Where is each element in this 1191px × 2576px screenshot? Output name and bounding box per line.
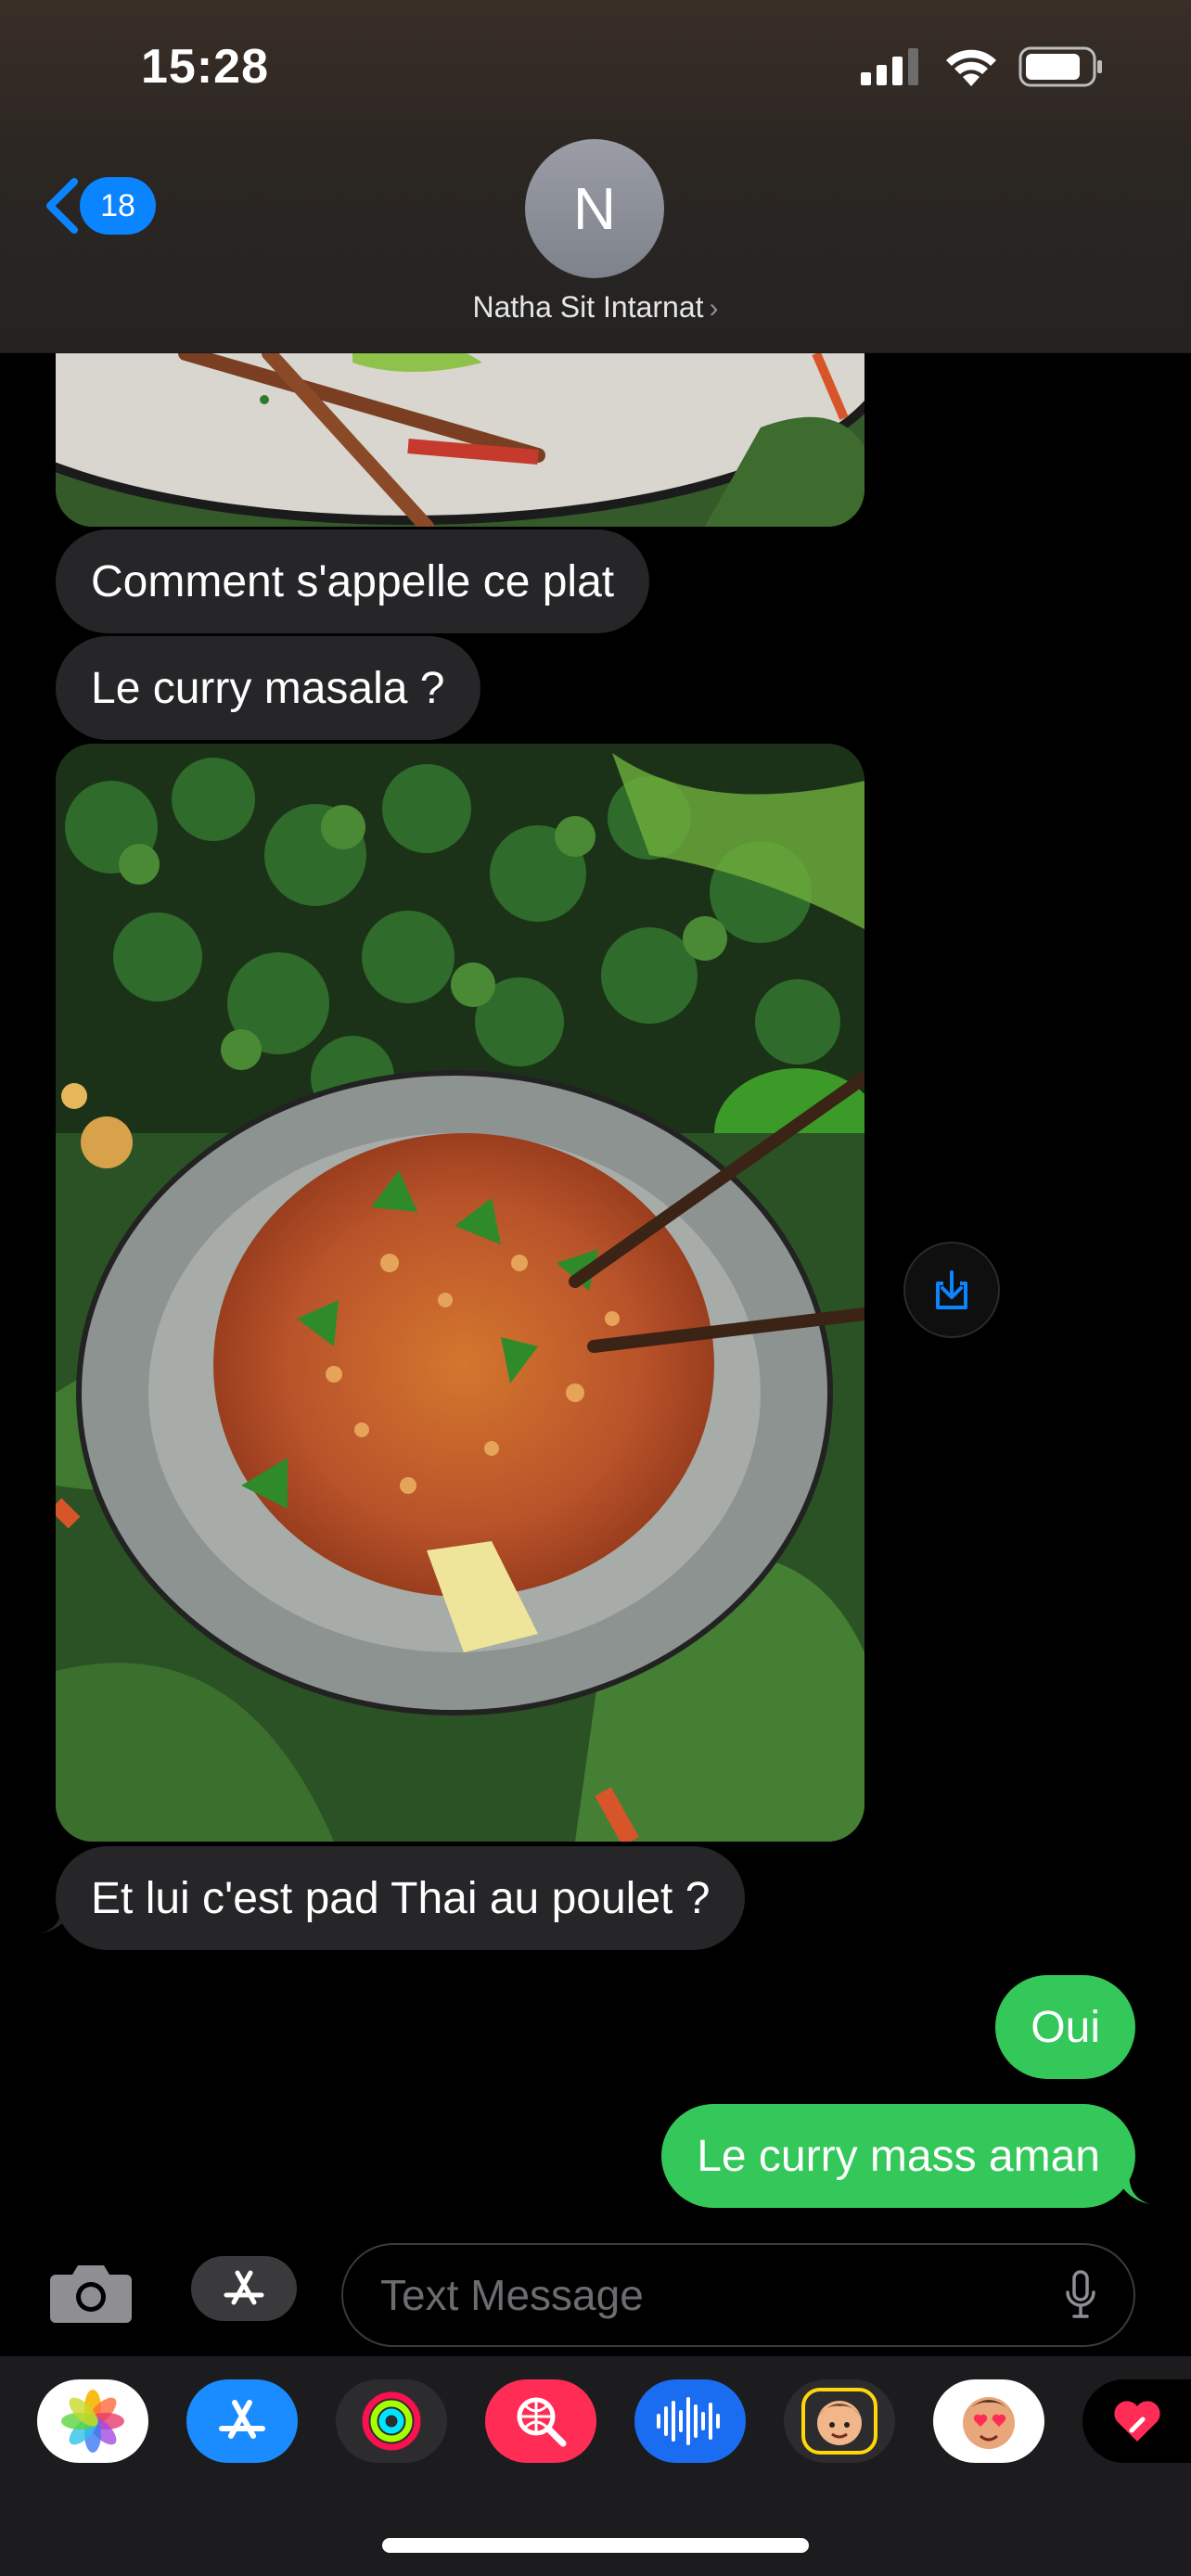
photo-message[interactable] (56, 744, 864, 1842)
composer-bar (0, 2226, 1191, 2356)
microphone-icon[interactable] (1065, 2270, 1096, 2320)
message-text: Et lui c'est pad Thai au poulet ? (91, 1873, 711, 1923)
search-images-app-button[interactable] (485, 2379, 596, 2463)
outgoing-message-bubble[interactable]: Le curry mass aman (661, 2104, 1135, 2208)
bubble-tail (1113, 2169, 1150, 2204)
incoming-message-bubble[interactable]: Le curry masala ? (56, 636, 480, 740)
heart-touch-icon (1113, 2401, 1160, 2442)
back-button[interactable]: 18 (43, 176, 156, 236)
message-thread[interactable]: Comment s'appelle ce plat Le curry masal… (0, 353, 1191, 2226)
status-time: 15:28 (141, 40, 269, 94)
unread-count-badge: 18 (80, 177, 156, 235)
app-store-icon (219, 2400, 265, 2439)
cellular-signal-icon (861, 48, 918, 85)
food-photo-pad-thai (56, 744, 864, 1842)
app-store-button[interactable] (191, 2256, 297, 2321)
conversation-header: 15:28 18 N Natha Sit Intarnat › (0, 0, 1191, 353)
outgoing-message-bubble[interactable]: Oui (995, 1975, 1135, 2079)
incoming-message-bubble[interactable]: Comment s'appelle ce plat (56, 529, 650, 633)
memoji-icon (801, 2388, 877, 2455)
app-store-app-button[interactable] (186, 2379, 298, 2463)
message-text: Oui (1031, 2002, 1100, 2052)
message-input-field[interactable] (341, 2243, 1135, 2347)
app-store-icon (224, 2270, 264, 2305)
photo-message[interactable] (56, 353, 864, 527)
home-indicator[interactable] (382, 2538, 809, 2553)
waveform-icon (657, 2397, 720, 2445)
memoji-stickers-app-button[interactable] (933, 2379, 1044, 2463)
activity-app-button[interactable] (336, 2379, 447, 2463)
message-input[interactable] (380, 2270, 1065, 2320)
battery-icon (1018, 46, 1102, 87)
message-text: Comment s'appelle ce plat (91, 556, 615, 606)
message-text: Le curry mass aman (697, 2131, 1100, 2181)
food-photo-plate (56, 353, 864, 527)
save-photo-button[interactable] (903, 1242, 1000, 1338)
wifi-icon (946, 49, 996, 86)
status-icons (861, 46, 1104, 87)
audio-message-app-button[interactable] (634, 2379, 746, 2463)
download-icon (936, 1270, 967, 1309)
heart-eyes-memoji-icon (963, 2397, 1015, 2449)
activity-rings-icon (362, 2391, 421, 2451)
contact-name: Natha Sit Intarnat (472, 290, 704, 324)
chevron-left-icon (46, 178, 78, 234)
camera-icon (50, 2265, 132, 2323)
camera-button[interactable] (48, 2260, 134, 2329)
message-text: Le curry masala ? (91, 663, 445, 713)
memoji-app-button[interactable] (784, 2379, 895, 2463)
photos-icon (61, 2390, 124, 2453)
globe-search-icon (517, 2397, 567, 2447)
chevron-right-icon: › (709, 293, 719, 324)
contact-name-button[interactable]: Natha Sit Intarnat › (0, 290, 1191, 325)
incoming-message-bubble[interactable]: Et lui c'est pad Thai au poulet ? (56, 1846, 746, 1950)
digital-touch-app-button[interactable] (1082, 2379, 1191, 2463)
contact-avatar[interactable]: N (525, 139, 664, 278)
photos-app-button[interactable] (37, 2379, 148, 2463)
